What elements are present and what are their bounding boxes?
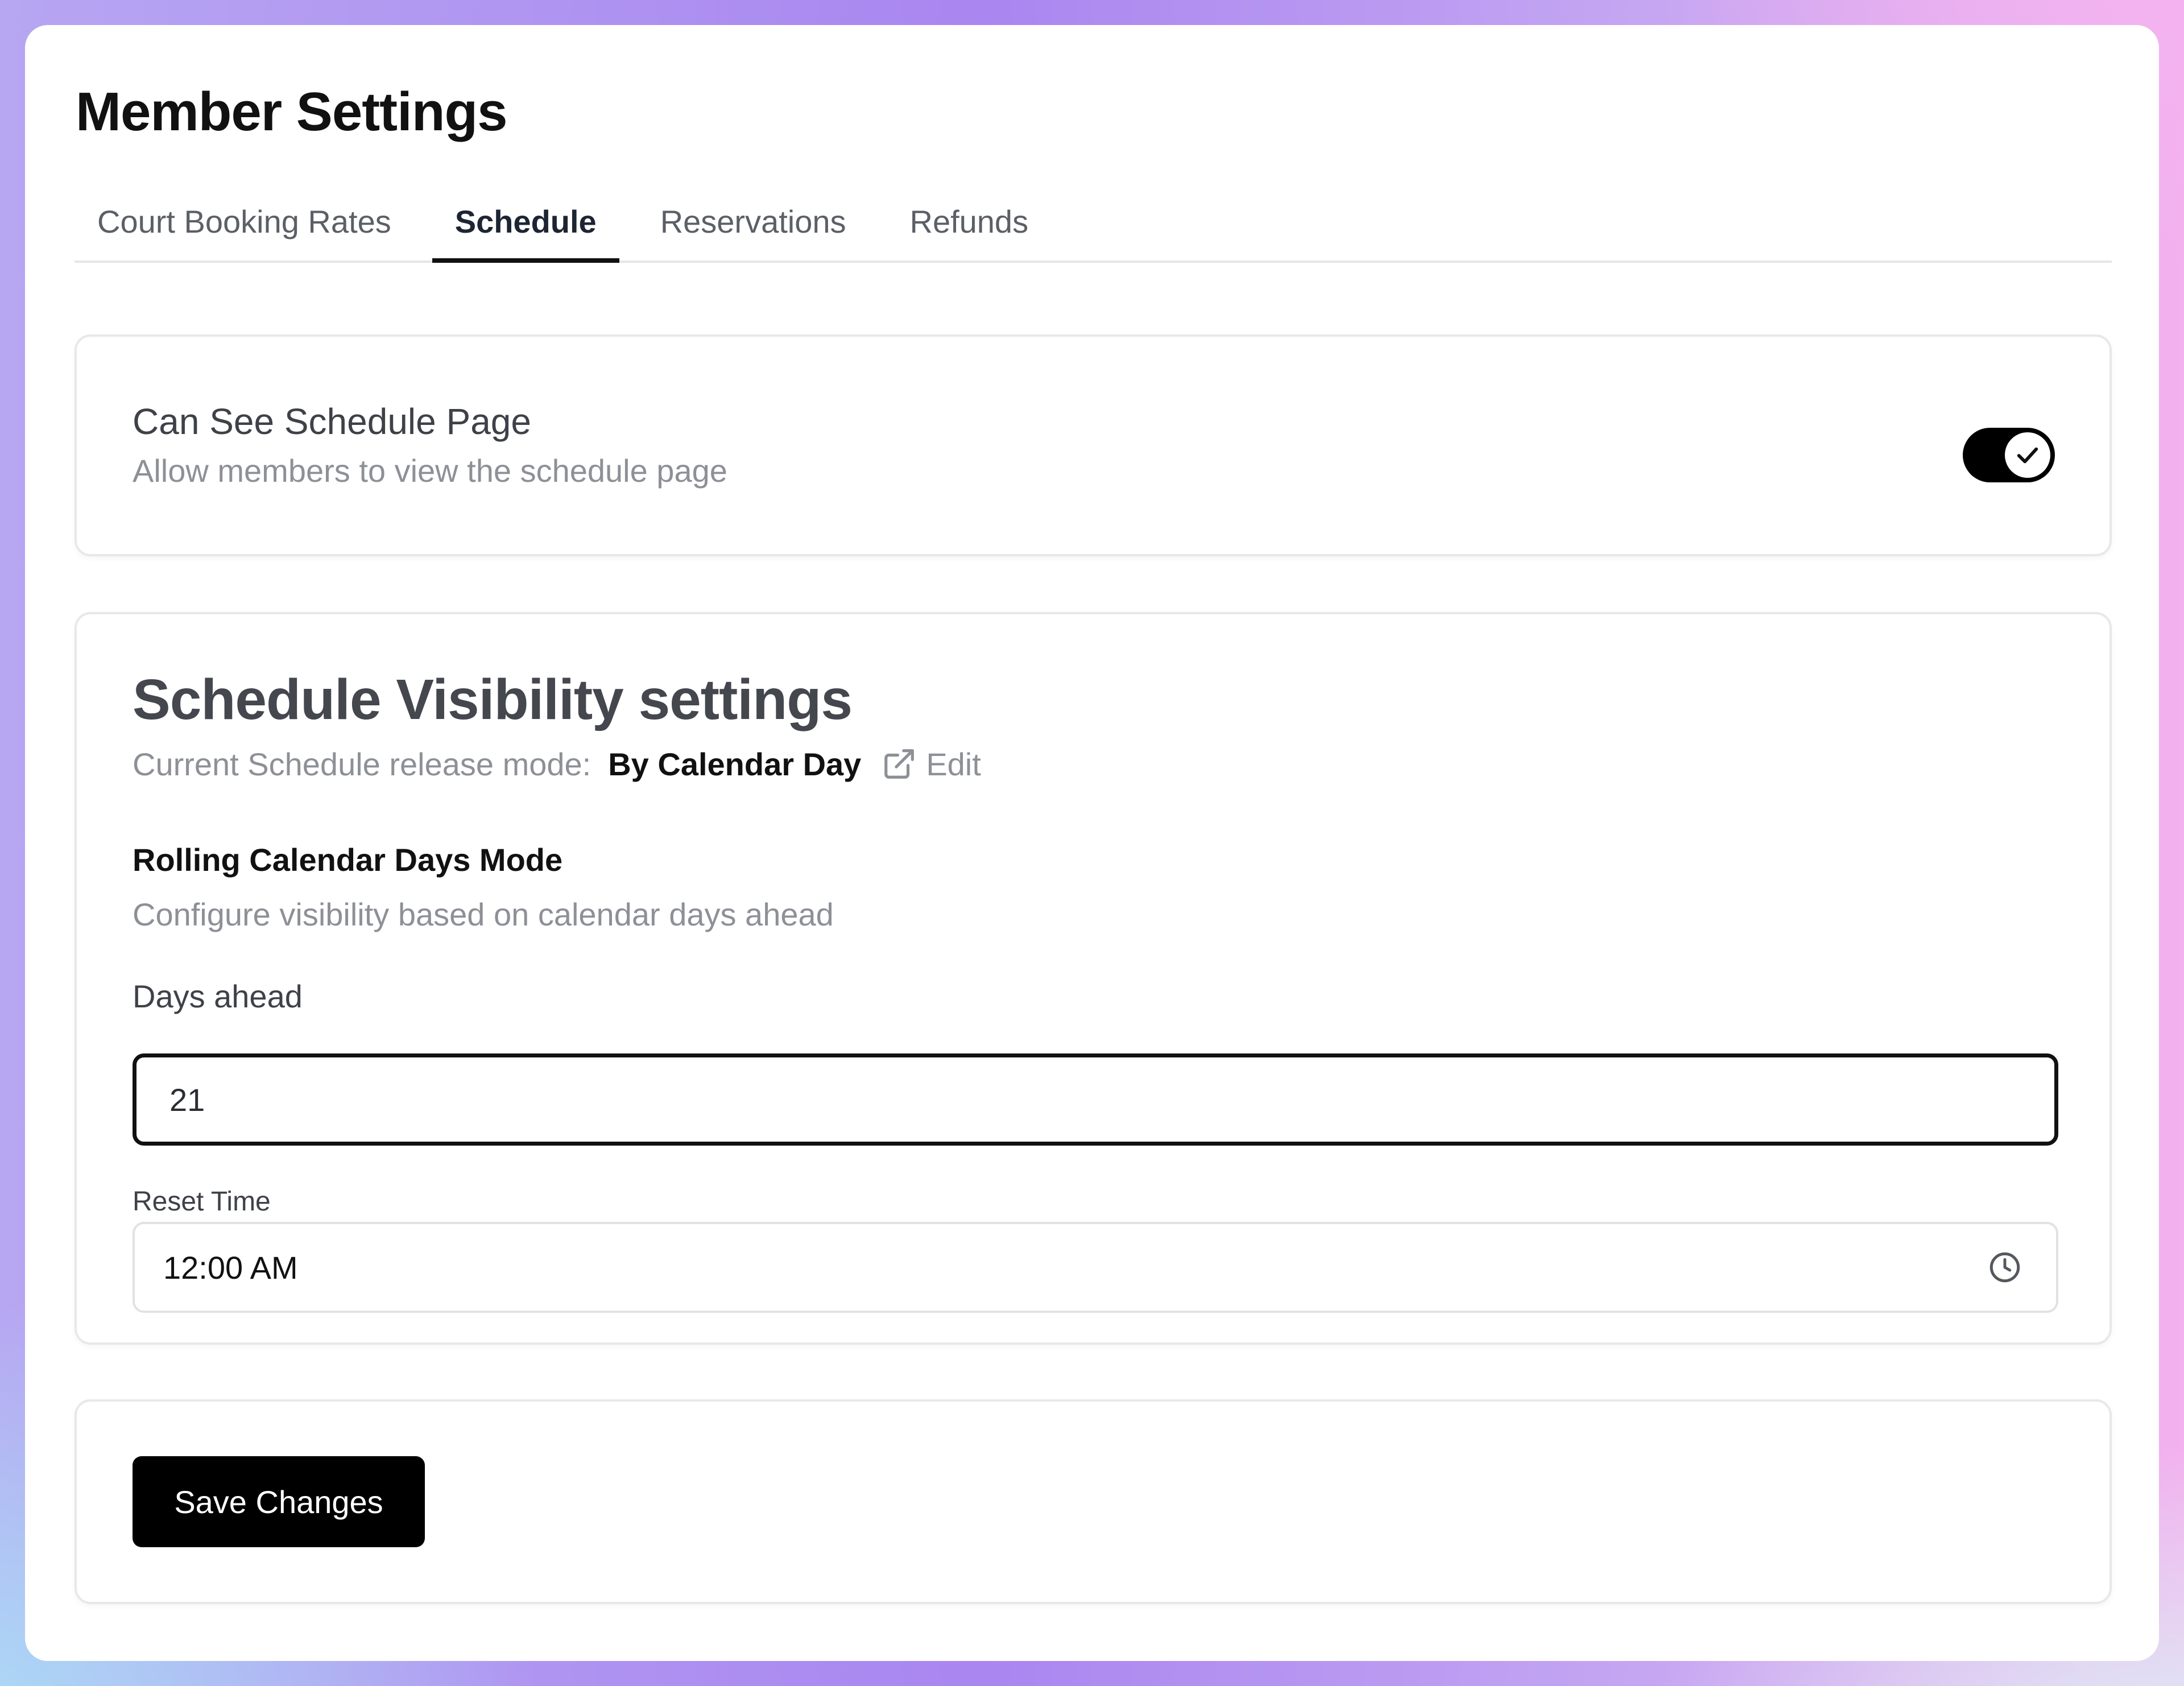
tab-court-booking-rates[interactable]: Court Booking Rates — [75, 184, 414, 261]
schedule-page-title: Can See Schedule Page — [133, 401, 531, 442]
schedule-visibility-card: Schedule Visibility settings Current Sch… — [75, 612, 2112, 1345]
tab-refunds[interactable]: Refunds — [887, 184, 1052, 261]
reset-time-value: 12:00 AM — [163, 1249, 298, 1286]
edit-release-mode-link[interactable]: Edit — [882, 746, 981, 783]
days-ahead-label: Days ahead — [133, 978, 303, 1014]
reset-time-label: Reset Time — [133, 1187, 271, 1217]
tab-schedule[interactable]: Schedule — [432, 184, 619, 263]
edit-label: Edit — [926, 746, 981, 782]
release-mode-value: By Calendar Day — [608, 746, 862, 782]
schedule-page-description: Allow members to view the schedule page — [133, 453, 727, 489]
settings-tabs: Court Booking Rates Schedule Reservation… — [75, 184, 2112, 263]
settings-window: Member Settings Court Booking Rates Sche… — [25, 25, 2159, 1661]
page-title: Member Settings — [76, 81, 507, 142]
rolling-mode-description: Configure visibility based on calendar d… — [133, 896, 834, 932]
clock-icon[interactable] — [1988, 1250, 2022, 1284]
days-ahead-input[interactable] — [133, 1053, 2058, 1146]
release-mode-label: Current Schedule release mode: — [133, 746, 592, 782]
external-link-icon — [884, 749, 915, 779]
release-mode-line: Current Schedule release mode: By Calend… — [133, 738, 981, 790]
check-icon — [2017, 447, 2038, 464]
schedule-page-card: Can See Schedule Page Allow members to v… — [75, 334, 2112, 556]
visibility-title: Schedule Visibility settings — [133, 668, 853, 732]
save-card: Save Changes — [75, 1399, 2112, 1604]
tab-reservations[interactable]: Reservations — [638, 184, 869, 261]
rolling-mode-title: Rolling Calendar Days Mode — [133, 842, 563, 878]
schedule-page-toggle[interactable] — [1963, 428, 2055, 482]
save-changes-button[interactable]: Save Changes — [133, 1456, 425, 1547]
reset-time-field[interactable]: 12:00 AM — [133, 1222, 2058, 1313]
toggle-knob — [2005, 432, 2050, 478]
